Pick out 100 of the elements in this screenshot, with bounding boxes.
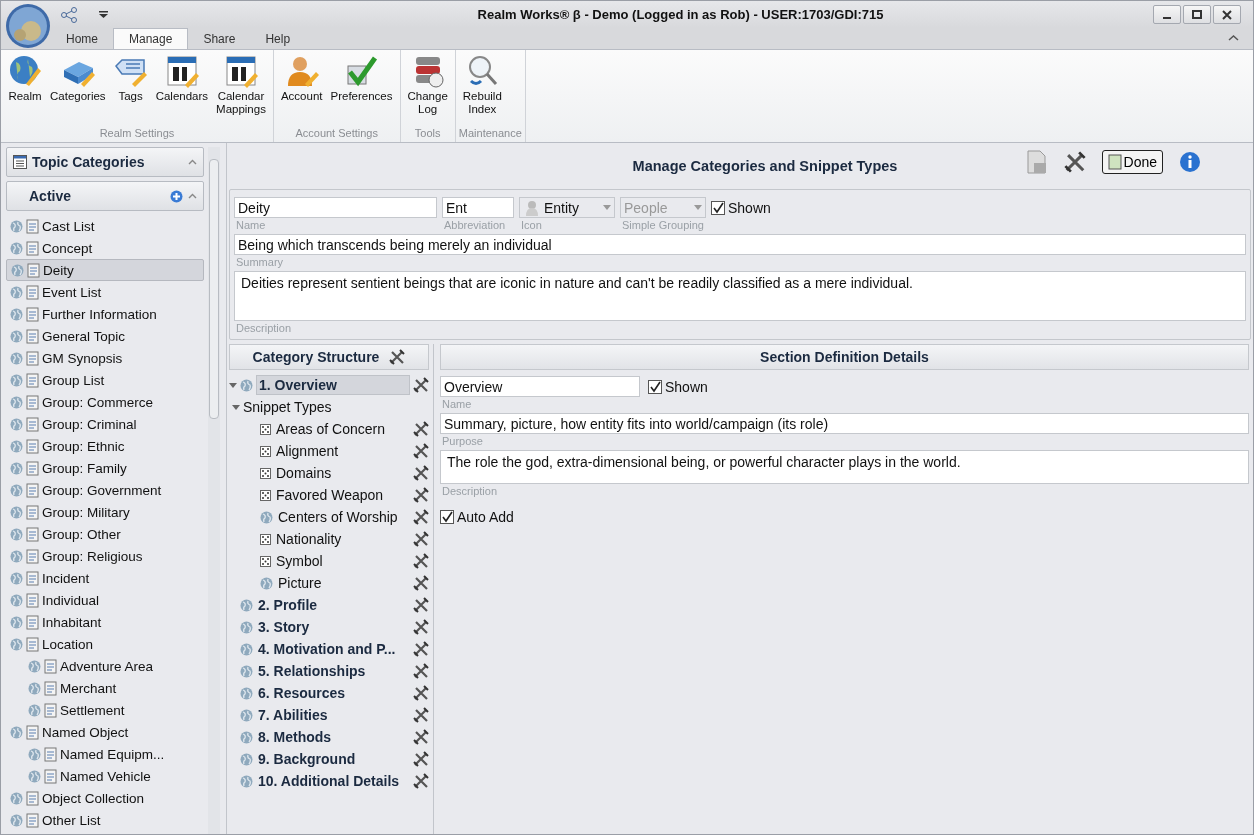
description-field[interactable]: The role the god, extra-dimensional being, or powerful character plays in the world. [440,450,1249,484]
tools-icon[interactable] [413,377,429,393]
category-item[interactable]: Named Object [6,721,204,743]
section-item[interactable]: 1. Overview [256,375,410,395]
ribbon-tab[interactable]: Home [51,29,113,49]
category-item[interactable]: Group: Government [6,479,204,501]
tools-icon[interactable] [413,509,429,525]
ribbon-button[interactable]: Realm [4,54,46,125]
category-item[interactable]: Event List [6,281,204,303]
purpose-field[interactable]: Summary, picture, how entity fits into world/campaign (its role) [440,413,1249,434]
tools-icon[interactable] [1063,151,1086,173]
tools-icon[interactable] [389,349,406,365]
dropdown-icon[interactable] [99,11,108,18]
chevron-icon[interactable] [188,159,197,165]
category-item[interactable]: Group: Military [6,501,204,523]
panel-header[interactable]: Topic Categories [6,147,204,177]
category-item[interactable]: Other List [6,809,204,831]
name-field[interactable]: Overview [440,376,640,397]
section-item[interactable]: 9. Background [256,750,410,768]
tools-icon[interactable] [413,641,429,657]
checkbox[interactable] [711,200,725,215]
category-item[interactable]: Group: Commerce [6,391,204,413]
ribbon-button[interactable]: Calendar Mappings [212,54,270,125]
category-item[interactable]: Group: Criminal [6,413,204,435]
section-item[interactable]: 7. Abilities [256,706,410,724]
chevron-icon[interactable] [188,193,197,199]
tools-icon[interactable] [413,465,429,481]
tools-icon[interactable] [413,421,429,437]
category-item[interactable]: Deity [6,259,204,281]
section-item[interactable]: 5. Relationships [256,662,410,680]
tools-icon[interactable] [413,729,429,745]
tools-icon[interactable] [413,443,429,459]
section-header[interactable]: Active [6,181,204,211]
snippet-type[interactable]: Centers of Worship [276,509,410,525]
ribbon-tab[interactable]: Help [250,29,306,49]
checkbox[interactable] [648,379,662,394]
tools-icon[interactable] [413,707,429,723]
category-item[interactable]: GM Synopsis [6,347,204,369]
tools-icon[interactable] [413,773,429,789]
category-item[interactable]: Inhabitant [6,611,204,633]
collapse-icon[interactable] [1228,34,1239,42]
tools-icon[interactable] [413,487,429,503]
category-item[interactable]: Group: Religious [6,545,204,567]
category-item[interactable]: Individual [6,589,204,611]
ribbon-button[interactable]: Account [276,54,327,125]
ribbon-tab[interactable]: Manage [113,28,189,49]
scrollbar[interactable] [208,147,220,834]
category-item[interactable]: Location [6,633,204,655]
category-item[interactable]: Object Collection [6,787,204,809]
description-field[interactable]: Deities represent sentient beings that are iconic in nature and can't be readily classified as a mere individual. [234,271,1246,321]
snippet-type[interactable]: Favored Weapon [274,487,410,503]
category-item[interactable]: Further Information [6,303,204,325]
ribbon-button[interactable]: Categories [46,54,110,125]
section-item[interactable]: 2. Profile [256,596,410,614]
ribbon-button[interactable]: Change Log [403,54,452,125]
category-item[interactable]: Group: Other [6,523,204,545]
tools-icon[interactable] [413,531,429,547]
ribbon-button[interactable]: Rebuild Index [458,54,506,125]
maximize-button[interactable] [1183,5,1211,24]
snippet-type[interactable]: Alignment [274,443,410,459]
snippet-type[interactable]: Areas of Concern [274,421,410,437]
section-item[interactable]: 4. Motivation and P... [256,640,410,658]
category-item[interactable]: Incident [6,567,204,589]
name-field[interactable]: Deity [234,197,437,218]
add-icon[interactable] [170,189,183,203]
category-item[interactable]: Group: Family [6,457,204,479]
section-item[interactable]: 10. Additional Details [256,772,410,790]
snippet-type[interactable]: Domains [274,465,410,481]
ribbon-button[interactable]: Calendars [151,54,213,125]
category-item[interactable]: General Topic [6,325,204,347]
tools-icon[interactable] [413,663,429,679]
expand-arrow[interactable] [229,382,237,388]
tools-icon[interactable] [413,597,429,613]
snippet-type[interactable]: Picture [276,575,410,591]
category-item[interactable]: Settlement [6,699,204,721]
tools-icon[interactable] [413,619,429,635]
tools-icon[interactable] [413,751,429,767]
ribbon-tab[interactable]: Share [188,29,251,49]
tools-icon[interactable] [413,575,429,591]
icon-dropdown[interactable]: Entity [519,197,615,218]
category-item[interactable]: Group List [6,369,204,391]
section-item[interactable]: 3. Story [256,618,410,636]
tools-icon[interactable] [413,553,429,569]
abbreviation-field[interactable]: Ent [442,197,514,218]
done-button[interactable]: Done [1101,150,1163,174]
category-item[interactable]: Named Equipm... [6,743,204,765]
summary-field[interactable]: Being which transcends being merely an individual [234,234,1246,255]
category-item[interactable]: Cast List [6,215,204,237]
category-item[interactable]: Named Vehicle [6,765,204,787]
category-item[interactable]: Adventure Area [6,655,204,677]
category-item[interactable]: Merchant [6,677,204,699]
category-item[interactable]: Concept [6,237,204,259]
snippet-type[interactable]: Nationality [274,531,410,547]
close-button[interactable] [1213,5,1241,24]
ribbon-button[interactable]: Preferences [326,54,397,125]
info-icon[interactable] [1179,151,1201,173]
share-icon[interactable] [61,6,77,23]
tree-group[interactable]: Snippet Types [243,399,332,415]
tools-icon[interactable] [413,685,429,701]
category-item[interactable]: Group: Ethnic [6,435,204,457]
